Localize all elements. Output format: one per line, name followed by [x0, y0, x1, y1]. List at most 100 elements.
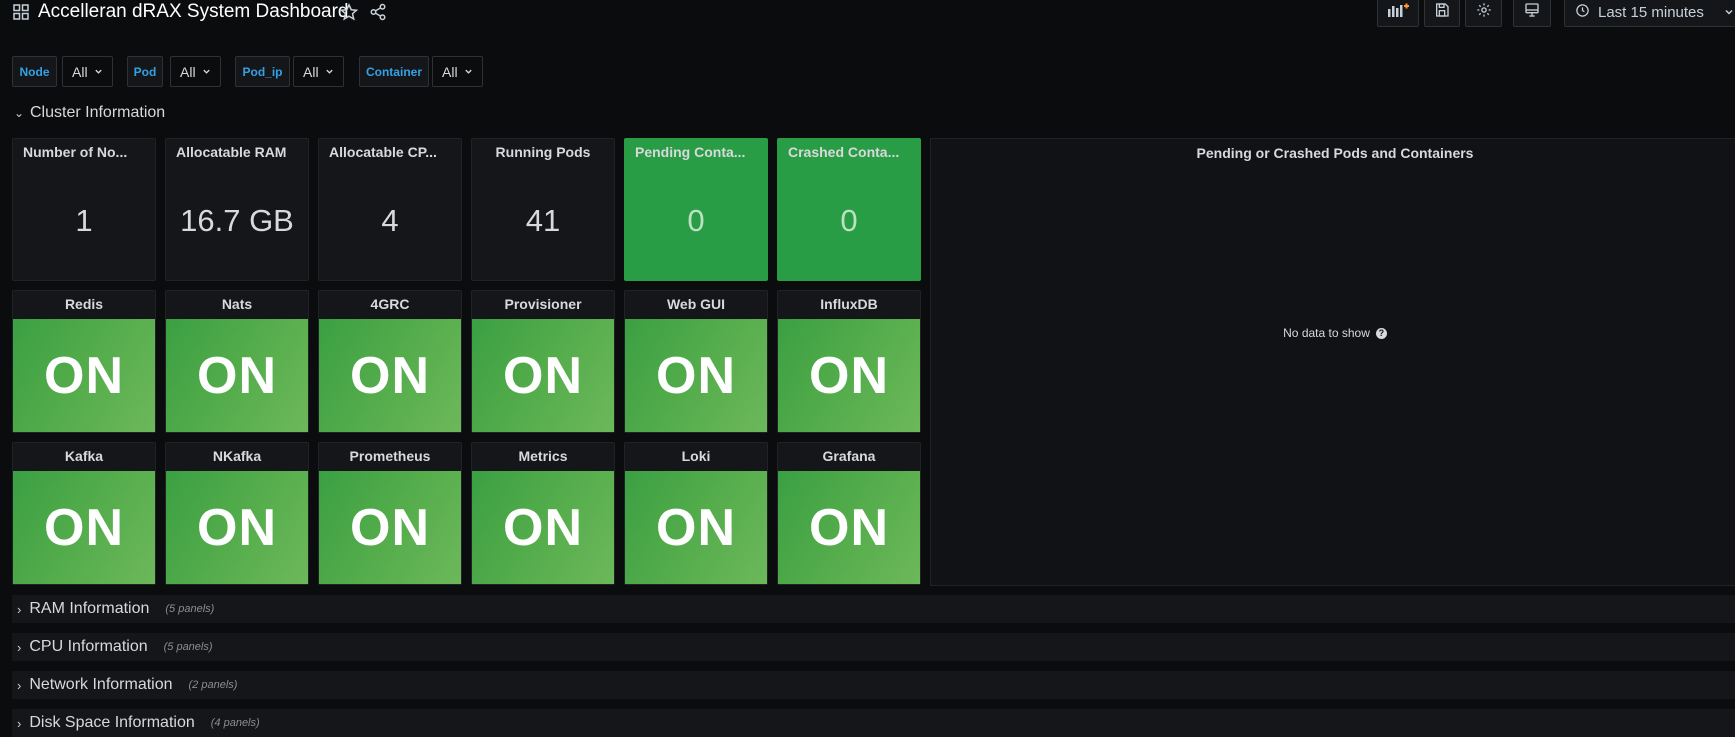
tv-mode-button[interactable] [1513, 0, 1551, 27]
panel-title: Number of No... [23, 144, 128, 160]
variable-label-node: Node [12, 56, 57, 87]
row-network-information[interactable]: › Network Information (2 panels) [12, 671, 1735, 699]
status-indicator: ON [472, 319, 614, 432]
status-text: ON [503, 346, 583, 405]
service-panel-influxdb[interactable]: InfluxDB ON [777, 290, 921, 433]
panel-title: Crashed Conta... [788, 144, 900, 160]
stat-panel-pending-containers[interactable]: Pending Conta... 0 [624, 138, 768, 281]
stat-value: 4 [381, 203, 399, 238]
panel-title: Running Pods [495, 144, 591, 160]
dashboard-title[interactable]: Accelleran dRAX System Dashboard [38, 0, 348, 24]
status-indicator: ON [166, 471, 308, 584]
service-panel-kafka[interactable]: Kafka ON [12, 442, 156, 585]
stat-panel-nodes[interactable]: Number of No... 1 [12, 138, 156, 281]
panel-title: Provisioner [504, 296, 582, 312]
row-cluster-information[interactable]: ⌄ Cluster Information [14, 104, 165, 122]
stat-value: 0 [840, 203, 858, 238]
variable-select-pod[interactable]: All [170, 56, 221, 87]
chevron-right-icon: › [17, 639, 22, 655]
row-cpu-information[interactable]: › CPU Information (5 panels) [12, 633, 1735, 661]
row-disk-space-information[interactable]: › Disk Space Information (4 panels) [12, 709, 1735, 737]
status-text: ON [656, 346, 736, 405]
panel-title: Metrics [518, 448, 568, 464]
settings-button[interactable] [1465, 0, 1502, 27]
status-indicator: ON [13, 471, 155, 584]
settings-icon [1476, 2, 1492, 23]
stat-panel-running-pods[interactable]: Running Pods 41 [471, 138, 615, 281]
panel-title: Loki [681, 448, 711, 464]
panel-title: NKafka [212, 448, 262, 464]
service-panel-nats[interactable]: Nats ON [165, 290, 309, 433]
status-indicator: ON [778, 319, 920, 432]
panel-title: Nats [221, 296, 253, 312]
variable-label-pod: Pod [127, 56, 163, 87]
service-panel-loki[interactable]: Loki ON [624, 442, 768, 585]
stat-panel-crashed-containers[interactable]: Crashed Conta... 0 [777, 138, 921, 281]
variable-label-pod-ip: Pod_ip [235, 56, 290, 87]
chevron-down-icon: ⌄ [14, 106, 25, 120]
time-range-picker[interactable]: Last 15 minutes [1564, 0, 1735, 27]
chevron-down-icon [1724, 4, 1734, 21]
panel-title: InfluxDB [820, 296, 878, 312]
row-title: Disk Space Information [29, 714, 195, 731]
share-icon[interactable] [369, 3, 387, 21]
no-data-text: No data to show [1283, 326, 1370, 340]
variable-select-container[interactable]: All [432, 56, 483, 87]
save-button[interactable] [1424, 0, 1460, 27]
row-title: Network Information [29, 676, 173, 693]
service-panel-web-gui[interactable]: Web GUI ON [624, 290, 768, 433]
panel-title: Web GUI [666, 296, 726, 312]
stat-value: 41 [525, 203, 561, 238]
status-indicator: ON [13, 319, 155, 432]
status-text: ON [44, 498, 124, 557]
panel-title: Redis [64, 296, 104, 312]
service-panel-prometheus[interactable]: Prometheus ON [318, 442, 462, 585]
variable-value-pod: All [180, 63, 196, 80]
time-range-label: Last 15 minutes [1598, 4, 1704, 21]
status-indicator: ON [319, 471, 461, 584]
status-text: ON [809, 346, 889, 405]
service-panel-redis[interactable]: Redis ON [12, 290, 156, 433]
variable-value-container: All [442, 63, 458, 80]
status-text: ON [350, 346, 430, 405]
chevron-down-icon [464, 69, 472, 74]
star-icon[interactable] [339, 3, 359, 21]
panel-title: Prometheus [349, 448, 431, 464]
row-ram-information[interactable]: › RAM Information (5 panels) [12, 595, 1735, 623]
chevron-down-icon [202, 69, 210, 74]
panel-title: Pending Conta... [635, 144, 746, 160]
stat-panel-allocatable-ram[interactable]: Allocatable RAM 16.7 GB [165, 138, 309, 281]
row-title: CPU Information [29, 638, 148, 655]
service-panel-metrics[interactable]: Metrics ON [471, 442, 615, 585]
service-panel-provisioner[interactable]: Provisioner ON [471, 290, 615, 433]
status-text: ON [350, 498, 430, 557]
panel-title: 4GRC [370, 296, 410, 312]
apps-icon[interactable] [12, 3, 30, 21]
panel-title: Kafka [64, 448, 104, 464]
status-text: ON [197, 346, 277, 405]
status-indicator: ON [166, 319, 308, 432]
variable-value-pod-ip: All [303, 63, 319, 80]
chevron-right-icon: › [17, 601, 22, 617]
row-panel-count: (5 panels) [163, 641, 213, 653]
chevron-down-icon [94, 69, 102, 74]
service-panel-nkafka[interactable]: NKafka ON [165, 442, 309, 585]
service-panel-4grc[interactable]: 4GRC ON [318, 290, 462, 433]
status-text: ON [197, 498, 277, 557]
stat-value: 0 [687, 203, 705, 238]
add-panel-button[interactable] [1377, 0, 1419, 27]
status-indicator: ON [625, 319, 767, 432]
status-text: ON [503, 498, 583, 557]
tv-mode-icon [1524, 2, 1540, 23]
variable-select-node[interactable]: All [62, 56, 113, 87]
panel-title: Pending or Crashed Pods and Containers [1196, 145, 1474, 161]
service-panel-grafana[interactable]: Grafana ON [777, 442, 921, 585]
help-icon[interactable]: ? [1375, 328, 1387, 340]
row-title: RAM Information [29, 600, 150, 617]
chevron-down-icon [325, 69, 333, 74]
pending-crashed-panel[interactable]: Pending or Crashed Pods and Containers N… [930, 138, 1735, 586]
status-indicator: ON [472, 471, 614, 584]
variable-select-pod-ip[interactable]: All [293, 56, 344, 87]
stat-panel-allocatable-cpu[interactable]: Allocatable CP... 4 [318, 138, 462, 281]
panel-title: Grafana [822, 448, 876, 464]
